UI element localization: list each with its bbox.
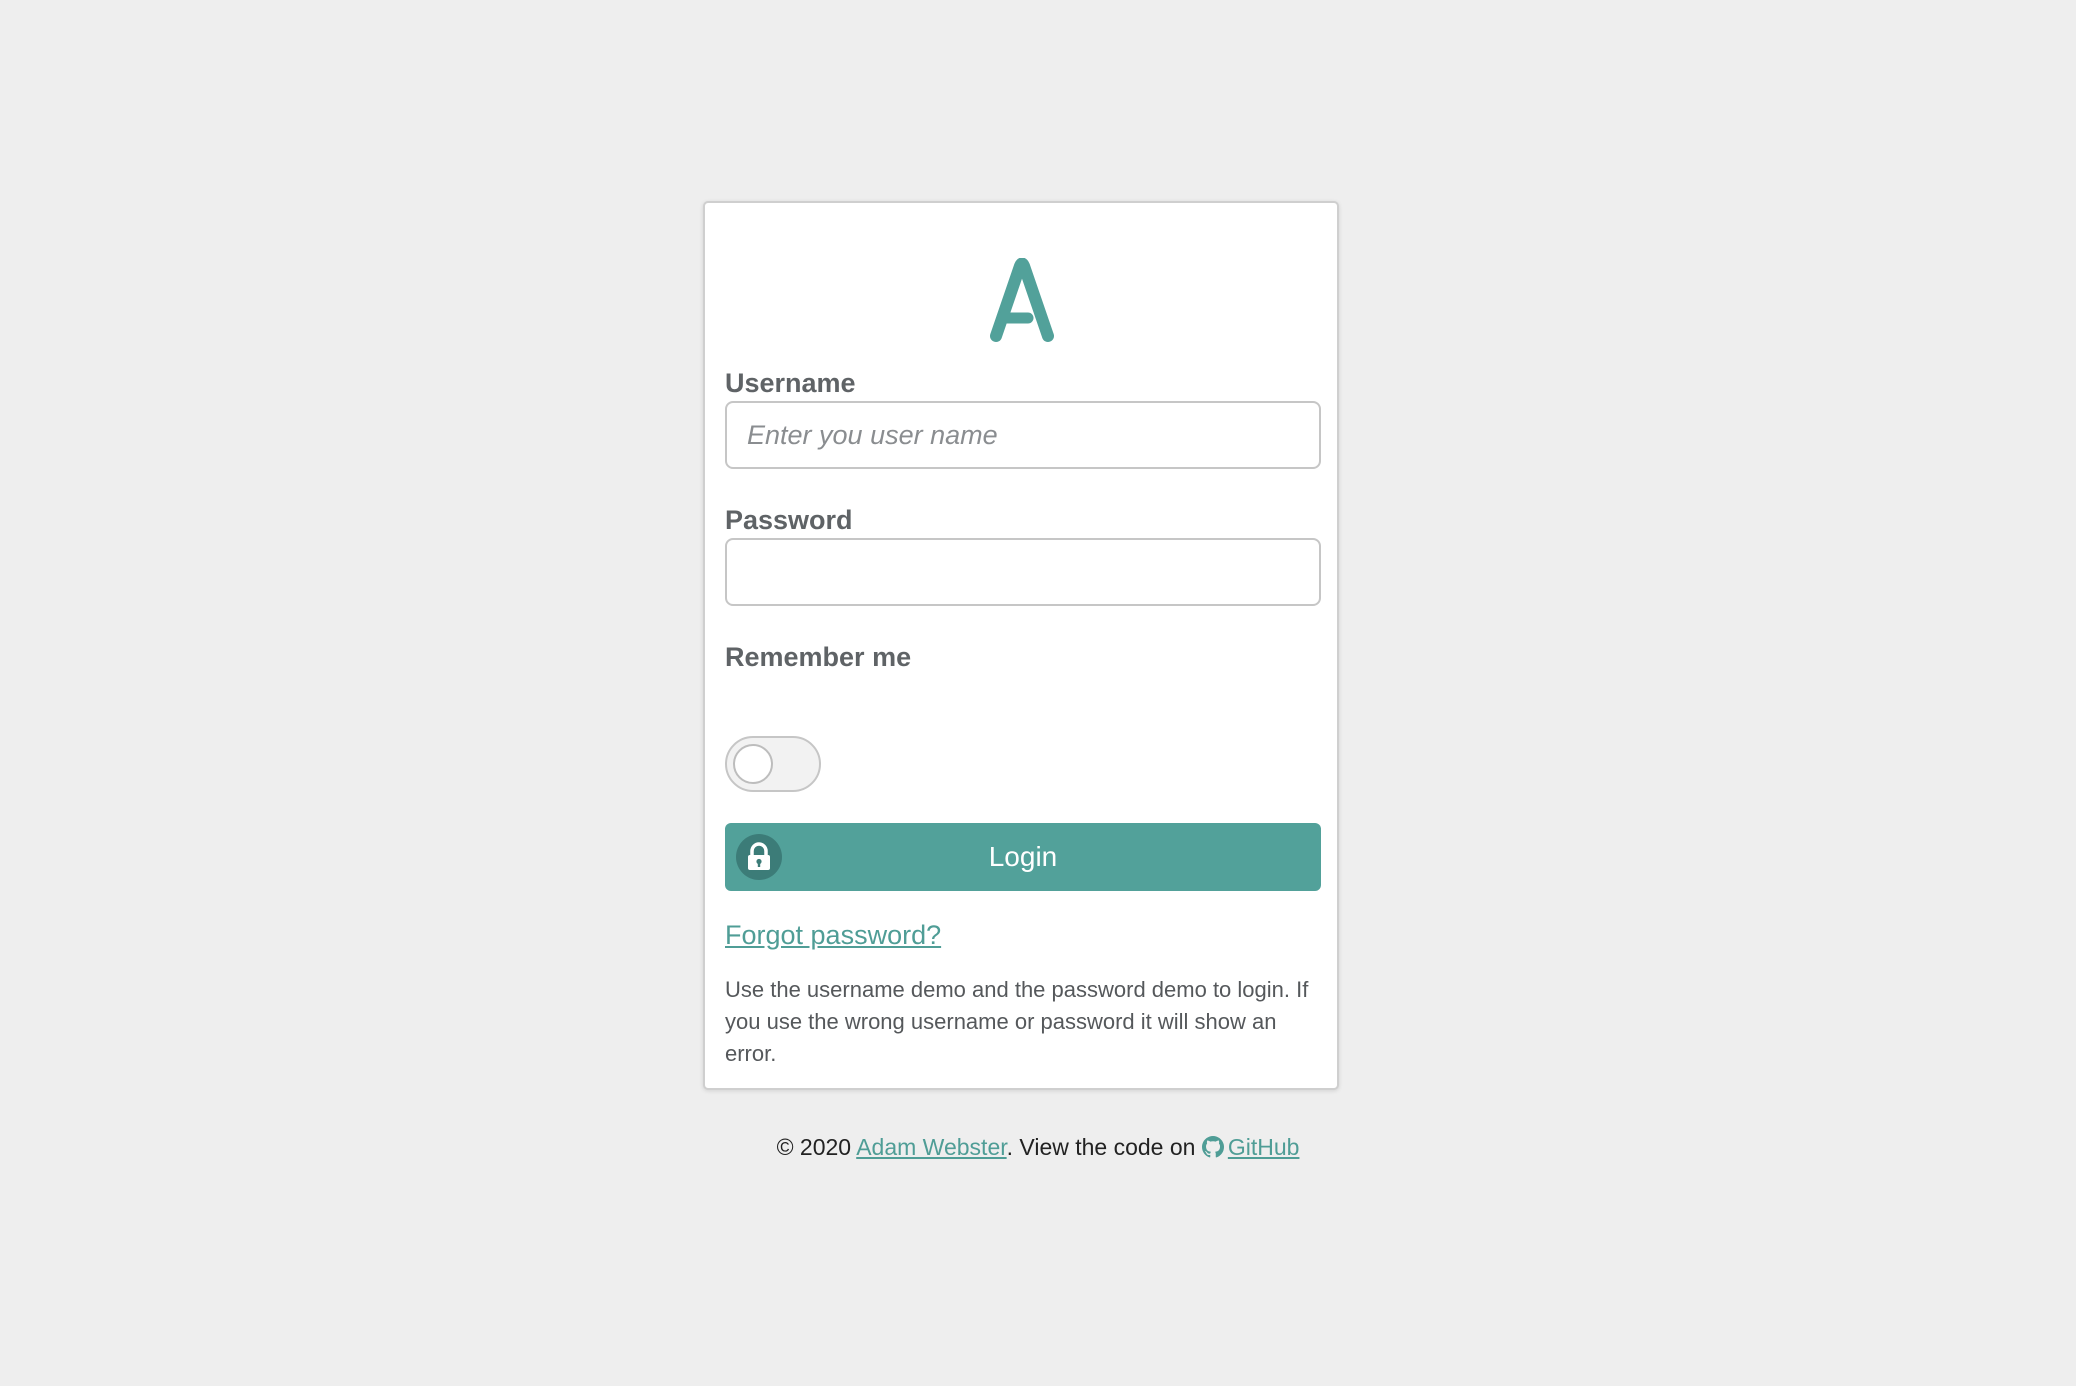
footer-text: . View the code on [1006, 1134, 1196, 1160]
github-link-label: GitHub [1227, 1134, 1300, 1160]
page-footer: © 2020 Adam Webster. View the code on Gi… [0, 1134, 2076, 1161]
github-link[interactable]: GitHub [1201, 1134, 1300, 1160]
github-icon [1201, 1136, 1224, 1158]
login-button-label: Login [988, 841, 1058, 872]
toggle-knob [733, 744, 773, 784]
login-hint-text: Use the username demo and the password d… [725, 977, 1309, 1066]
remember-me-label: Remember me [725, 642, 912, 672]
password-label: Password [725, 505, 853, 535]
login-button[interactable]: Login [725, 823, 1321, 891]
username-label: Username [725, 368, 856, 398]
forgot-password-link[interactable]: Forgot password? [725, 920, 941, 951]
username-input[interactable] [725, 401, 1321, 469]
brand-logo [990, 258, 1054, 342]
author-link[interactable]: Adam Webster [856, 1134, 1006, 1160]
footer-copyright: © 2020 [776, 1134, 852, 1160]
password-input[interactable] [725, 538, 1321, 606]
login-card: Username Password Remember me Login Forg… [703, 201, 1339, 1090]
remember-me-toggle[interactable] [725, 736, 821, 792]
